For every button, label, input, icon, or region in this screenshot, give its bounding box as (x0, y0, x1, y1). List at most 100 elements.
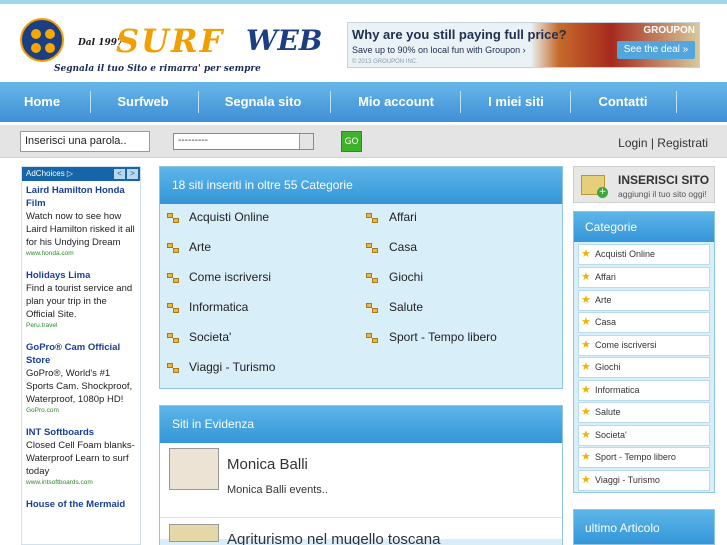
category-select[interactable]: --------- (173, 133, 314, 150)
star-icon: ★ (581, 451, 591, 463)
sidebar-category-item[interactable]: ★ Salute (578, 402, 710, 423)
site-thumbnail[interactable] (169, 524, 219, 542)
ad-item[interactable]: House of the Mermaid (22, 495, 140, 511)
sidebar-category-item[interactable]: ★ Informatica (578, 380, 710, 401)
ad-next-icon[interactable]: > (127, 169, 138, 179)
sidebar-categories-title: Categorie (574, 212, 714, 242)
add-site-subtitle: aggiungi il tuo sito oggi! (618, 189, 707, 199)
ad-item[interactable]: Laird Hamilton Honda Film Watch now to s… (22, 181, 140, 258)
nav-segnala-sito[interactable]: Segnala sito (210, 82, 316, 122)
featured-site-title[interactable]: Agriturismo nel mugello toscana (227, 531, 440, 545)
star-icon: ★ (581, 474, 591, 486)
ad-title[interactable]: Laird Hamilton Honda Film (26, 184, 136, 210)
category-folder-icon (167, 333, 180, 344)
banner-headline: Why are you still paying full price? (352, 27, 567, 42)
category-folder-icon (366, 303, 379, 314)
banner-brand: GROUPON (643, 25, 695, 36)
search-bar: Inserisci una parola.. --------- Login |… (0, 125, 727, 158)
category-link[interactable]: Arte (189, 240, 211, 254)
add-site-title: INSERISCI SITO (618, 173, 710, 187)
nav-contatti[interactable]: Contatti (580, 82, 666, 122)
category-link[interactable]: Affari (389, 210, 417, 224)
sidebar-category-label: Societa' (595, 430, 627, 440)
banner-subline: Save up to 90% on local fun with Groupon… (352, 45, 526, 55)
sidebar-category-item[interactable]: ★ Viaggi - Turismo (578, 470, 710, 491)
site-logo[interactable]: Dal 1997 SURF WEB Segnala il tuo Sito e … (18, 14, 338, 78)
main-nav: Home Surfweb Segnala sito Mio account I … (0, 82, 727, 122)
featured-box: Siti in Evidenza Monica Balli Monica Bal… (159, 405, 563, 545)
nav-mio-account[interactable]: Mio account (340, 82, 452, 122)
nav-home[interactable]: Home (10, 82, 74, 122)
nav-divider (198, 91, 199, 113)
adchoices-header[interactable]: AdChoices ▷ < > (22, 167, 140, 181)
select-arrow-icon[interactable] (299, 134, 313, 149)
ad-title[interactable]: Holidays Lima (26, 269, 136, 282)
sidebar-category-label: Affari (595, 272, 616, 282)
ad-title[interactable]: GoPro® Cam Official Store (26, 341, 136, 367)
sidebar-category-label: Salute (595, 407, 621, 417)
sidebar-category-item[interactable]: ★ Societa' (578, 425, 710, 446)
logo-emblem-icon (20, 18, 64, 62)
sidebar-category-label: Arte (595, 295, 612, 305)
ad-title[interactable]: INT Softboards (26, 426, 136, 439)
star-icon: ★ (581, 361, 591, 373)
category-link[interactable]: Salute (389, 300, 423, 314)
go-button[interactable]: GO (341, 131, 362, 152)
category-folder-icon (167, 243, 180, 254)
site-thumbnail[interactable] (169, 448, 219, 490)
star-icon: ★ (581, 248, 591, 260)
banner-cta-button[interactable]: See the deal » (617, 41, 695, 59)
sidebar-category-label: Viaggi - Turismo (595, 475, 660, 485)
search-input[interactable]: Inserisci una parola.. (20, 131, 150, 152)
sidebar-category-label: Giochi (595, 362, 621, 372)
login-register-link[interactable]: Login | Registrati (618, 136, 708, 150)
ad-text: Closed Cell Foam blanks- Waterproof Lear… (26, 440, 135, 477)
category-link[interactable]: Viaggi - Turismo (189, 360, 275, 374)
star-icon: ★ (581, 429, 591, 441)
ad-item[interactable]: INT Softboards Closed Cell Foam blanks- … (22, 423, 140, 487)
sidebar-category-item[interactable]: ★ Sport - Tempo libero (578, 447, 710, 468)
nav-miei-siti[interactable]: I miei siti (470, 82, 562, 122)
nav-divider (330, 91, 331, 113)
logo-web: WEB (246, 24, 323, 57)
featured-box-title: Siti in Evidenza (160, 406, 562, 443)
ad-item[interactable]: Holidays Lima Find a tourist service and… (22, 266, 140, 330)
featured-list: Monica Balli Monica Balli events.. Agrit… (160, 443, 562, 545)
ad-url[interactable]: www.intsoftboards.com (26, 478, 136, 487)
category-link[interactable]: Societa' (189, 330, 231, 344)
nav-divider (460, 91, 461, 113)
category-link[interactable]: Giochi (389, 270, 423, 284)
ad-url[interactable]: GoPro.com (26, 406, 136, 415)
sidebar-category-label: Casa (595, 317, 617, 327)
category-folder-icon (366, 333, 379, 344)
logo-tagline: Segnala il tuo Sito e rimarra' per sempr… (54, 64, 261, 74)
category-link[interactable]: Casa (389, 240, 417, 254)
sidebar-category-label: Acquisti Online (595, 249, 656, 259)
category-link[interactable]: Sport - Tempo libero (389, 330, 497, 344)
sidebar-category-item[interactable]: ★ Affari (578, 267, 710, 288)
ad-url[interactable]: www.honda.com (26, 249, 136, 258)
category-link[interactable]: Informatica (189, 300, 248, 314)
sidebar-category-item[interactable]: ★ Casa (578, 312, 710, 333)
category-folder-icon (167, 213, 180, 224)
nav-divider (90, 91, 91, 113)
sidebar-category-item[interactable]: ★ Giochi (578, 357, 710, 378)
category-folder-icon (366, 273, 379, 284)
sidebar-category-item[interactable]: ★ Arte (578, 290, 710, 311)
nav-surfweb[interactable]: Surfweb (100, 82, 186, 122)
featured-site-desc: Monica Balli events.. (227, 484, 328, 496)
ad-url[interactable]: Peru.travel (26, 321, 136, 330)
featured-site-title[interactable]: Monica Balli (227, 456, 308, 473)
category-folder-icon (167, 273, 180, 284)
ad-text: GoPro®, World's #1 Sports Cam. Shockproo… (26, 368, 133, 405)
sidebar-category-item[interactable]: ★ Acquisti Online (578, 244, 710, 265)
ad-title[interactable]: House of the Mermaid (26, 498, 136, 511)
category-link[interactable]: Acquisti Online (189, 210, 269, 224)
add-site-button[interactable]: + INSERISCI SITO aggiungi il tuo sito og… (573, 166, 715, 203)
groupon-banner-ad[interactable]: Why are you still paying full price? Sav… (347, 22, 700, 68)
ad-item[interactable]: GoPro® Cam Official Store GoPro®, World'… (22, 338, 140, 415)
sidebar-category-item[interactable]: ★ Come iscriversi (578, 335, 710, 356)
category-link[interactable]: Come iscriversi (189, 270, 271, 284)
top-strip (0, 0, 727, 4)
ad-prev-icon[interactable]: < (114, 169, 125, 179)
